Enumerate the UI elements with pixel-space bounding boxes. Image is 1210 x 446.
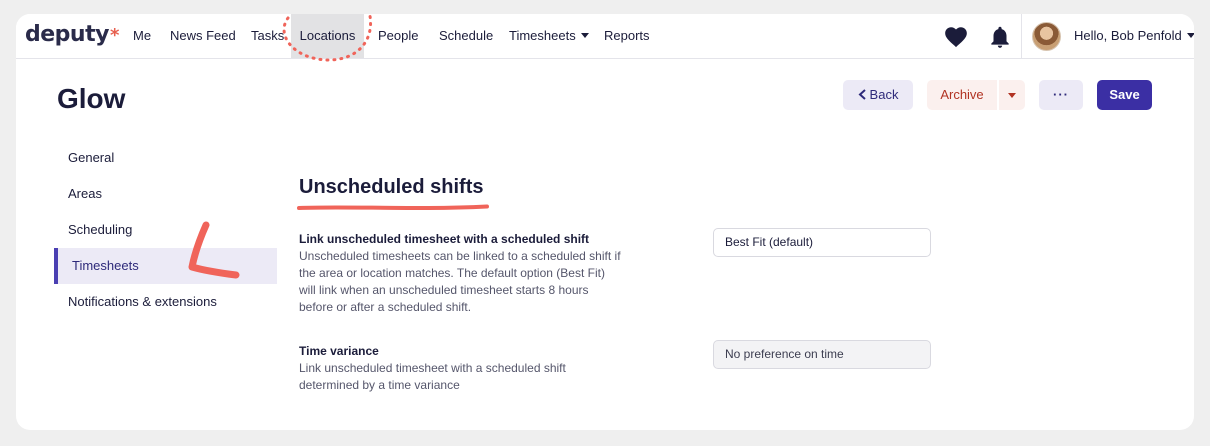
app-window: deputy* Me News Feed Tasks Locations Peo…	[16, 14, 1194, 430]
link-mode-select[interactable]: Best Fit (default)	[713, 228, 931, 257]
nav-item-timesheets[interactable]: Timesheets	[509, 14, 589, 58]
avatar[interactable]	[1032, 22, 1061, 51]
nav-item-schedule[interactable]: Schedule	[439, 14, 493, 58]
chevron-left-icon	[858, 89, 866, 100]
nav-item-people[interactable]: People	[378, 14, 418, 58]
nav-label: Me	[133, 28, 152, 43]
chevron-down-icon	[1186, 33, 1194, 38]
user-menu[interactable]: Hello, Bob Penfold	[1074, 14, 1194, 58]
description-line: Link unscheduled timesheet with a schedu…	[299, 361, 566, 375]
archive-dropdown-button[interactable]	[999, 80, 1025, 110]
nav-item-locations[interactable]: Locations	[291, 14, 364, 58]
nav-item-me[interactable]: Me	[133, 14, 151, 58]
save-label: Save	[1109, 87, 1140, 102]
sidebar-item-label: Notifications & extensions	[68, 294, 217, 309]
nav-divider	[1021, 14, 1022, 58]
page-title: Glow	[57, 83, 126, 114]
nav-label: News Feed	[170, 28, 236, 43]
nav-label: Reports	[604, 28, 650, 43]
sidebar-item-label: General	[68, 150, 115, 165]
sidebar-item-scheduling[interactable]: Scheduling	[54, 212, 277, 248]
sidebar-item-general[interactable]: General	[54, 140, 277, 176]
back-label: Back	[869, 87, 899, 102]
nav-item-reports[interactable]: Reports	[604, 14, 650, 58]
logo-mark: *	[109, 25, 119, 46]
back-button[interactable]: Back	[843, 80, 913, 110]
time-variance-select[interactable]: No preference on time	[713, 340, 931, 369]
archive-label: Archive	[940, 87, 984, 102]
user-greeting: Hello, Bob Penfold	[1074, 28, 1182, 43]
nav-label: Timesheets	[509, 28, 576, 43]
select-value: Best Fit (default)	[725, 235, 814, 249]
setting-title-time-variance: Time variance	[299, 344, 379, 358]
bell-icon[interactable]	[987, 24, 1013, 50]
description-line: determined by a time variance	[299, 378, 460, 392]
description-line: the area or location matches. The defaul…	[299, 266, 605, 280]
nav-label: Schedule	[439, 28, 494, 43]
archive-button[interactable]: Archive	[927, 80, 997, 110]
logo-text: deputy	[25, 22, 109, 47]
nav-label: People	[378, 28, 419, 43]
section-title: Unscheduled shifts	[299, 176, 484, 198]
description-line: before or after a scheduled shift.	[299, 300, 472, 314]
heart-icon[interactable]	[943, 24, 969, 50]
sidebar-item-areas[interactable]: Areas	[54, 176, 277, 212]
sidebar-item-label: Scheduling	[68, 222, 133, 237]
sidebar-item-notifications[interactable]: Notifications & extensions	[54, 284, 277, 320]
sidebar-item-timesheets[interactable]: Timesheets	[54, 248, 277, 284]
highlight-underline	[297, 204, 489, 210]
more-options-button[interactable]: ···	[1039, 80, 1083, 110]
setting-description-link-unscheduled: Unscheduled timesheets can be linked to …	[299, 248, 649, 316]
nav-label: Locations	[299, 28, 356, 43]
description-line: Unscheduled timesheets can be linked to …	[299, 249, 621, 263]
description-line: will link when an unscheduled timesheet …	[299, 283, 589, 297]
sidebar-item-label: Areas	[68, 186, 102, 201]
select-value: No preference on time	[725, 347, 844, 361]
more-label: ···	[1053, 87, 1069, 102]
setting-description-time-variance: Link unscheduled timesheet with a schedu…	[299, 360, 649, 394]
nav-item-tasks[interactable]: Tasks	[251, 14, 284, 58]
sidebar-item-label: Timesheets	[72, 258, 139, 273]
nav-item-news-feed[interactable]: News Feed	[170, 14, 236, 58]
top-nav-bar: deputy* Me News Feed Tasks Locations Peo…	[16, 14, 1194, 59]
chevron-down-icon	[1008, 93, 1016, 98]
setting-title-link-unscheduled: Link unscheduled timesheet with a schedu…	[299, 232, 590, 246]
save-button[interactable]: Save	[1097, 80, 1152, 110]
chevron-down-icon	[580, 33, 589, 38]
nav-label: Tasks	[251, 28, 285, 43]
deputy-logo[interactable]: deputy*	[25, 22, 119, 47]
